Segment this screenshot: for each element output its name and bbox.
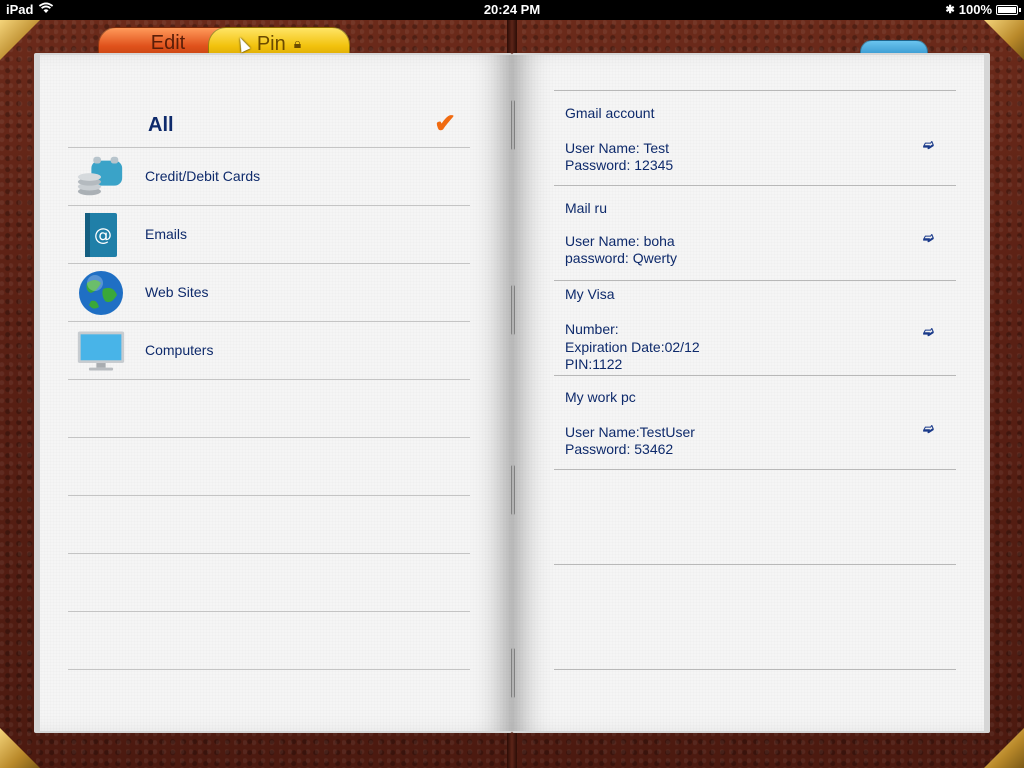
- lock-icon: 🔒︎: [293, 35, 302, 51]
- disclosure-arrow-icon[interactable]: ➫: [923, 421, 934, 437]
- battery-percent: 100%: [958, 2, 992, 17]
- edit-tab-label: Edit: [150, 32, 186, 54]
- status-bar: iPad 20:24 PM ✱ 100%: [0, 0, 1024, 20]
- binder-ring: [511, 100, 515, 150]
- battery-fill: [998, 6, 1016, 13]
- empty-row: [68, 612, 470, 670]
- category-computers[interactable]: Computers: [68, 322, 470, 380]
- entry-detail: User Name: boha: [565, 233, 675, 249]
- empty-row: [554, 565, 956, 670]
- entry-detail: Password: 53462: [565, 441, 674, 457]
- entry-gmail-account[interactable]: Gmail account User Name: Test Password: …: [554, 91, 956, 186]
- category-label: Emails: [145, 226, 188, 242]
- entry-detail: User Name:TestUser: [565, 424, 695, 440]
- entry-title: My work pc: [565, 389, 636, 405]
- disclosure-arrow-icon[interactable]: ➫: [923, 230, 934, 246]
- category-emails[interactable]: @ Emails: [68, 206, 470, 264]
- empty-row: [68, 496, 470, 554]
- svg-text:@: @: [94, 225, 112, 246]
- clock: 20:24 PM: [483, 2, 541, 17]
- disclosure-arrow-icon[interactable]: ➫: [923, 324, 934, 340]
- entry-title: Gmail account: [565, 105, 655, 121]
- category-label: Web Sites: [145, 284, 209, 300]
- entry-detail: password: Qwerty: [565, 250, 678, 266]
- entry-detail: PIN:1122: [565, 356, 623, 372]
- entry-detail: Password: 12345: [565, 157, 674, 173]
- category-web-sites[interactable]: Web Sites: [68, 264, 470, 322]
- entry-title: Mail ru: [565, 200, 608, 216]
- disclosure-arrow-icon[interactable]: ➫: [923, 137, 934, 153]
- pin-tab-label: Pin: [256, 33, 286, 55]
- globe-icon: [76, 270, 126, 316]
- entry-my-visa[interactable]: My Visa Number: Expiration Date:02/12 PI…: [554, 281, 956, 376]
- category-credit-debit-cards[interactable]: Credit/Debit Cards: [68, 148, 470, 206]
- battery-icon: [996, 4, 1021, 15]
- checkmark-icon: ✔: [434, 108, 456, 138]
- bluetooth-icon: ✱: [945, 4, 955, 16]
- entry-mail-ru[interactable]: Mail ru User Name: boha password: Qwerty…: [554, 186, 956, 281]
- entry-my-work-pc[interactable]: My work pc User Name:TestUser Password: …: [554, 376, 956, 470]
- entry-detail: Expiration Date:02/12: [565, 339, 700, 355]
- entry-title: My Visa: [565, 286, 615, 302]
- wallet-coins-icon: [76, 154, 126, 200]
- entry-detail: User Name: Test: [565, 140, 669, 156]
- email-book-icon: @: [76, 212, 126, 258]
- category-all-label: All: [148, 114, 174, 136]
- category-label: Computers: [145, 342, 214, 358]
- category-all[interactable]: All ✔: [68, 92, 470, 148]
- empty-row: [68, 438, 470, 496]
- binder-ring: [511, 285, 515, 335]
- empty-row: [68, 380, 470, 438]
- entry-detail: Number:: [565, 321, 619, 337]
- binder-ring: [511, 648, 515, 698]
- binder-ring: [511, 465, 515, 515]
- monitor-icon: [76, 328, 126, 374]
- empty-row: [68, 554, 470, 612]
- category-label: Credit/Debit Cards: [145, 168, 261, 184]
- empty-row: [554, 470, 956, 565]
